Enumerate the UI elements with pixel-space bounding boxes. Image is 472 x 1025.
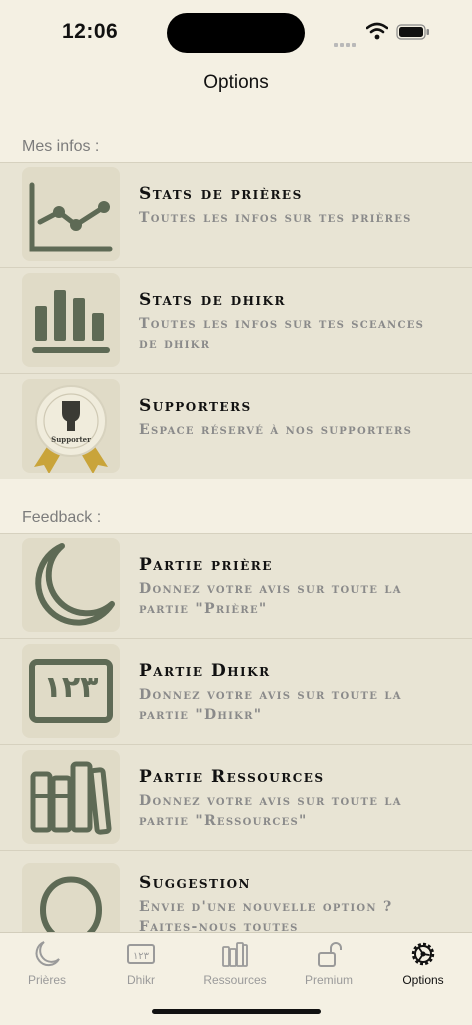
row-title: Stats de prières — [139, 184, 303, 204]
tab-prieres[interactable]: Prières — [0, 939, 94, 995]
counter-icon-text: ١٢٣ — [133, 951, 150, 962]
line-chart-icon — [22, 167, 120, 261]
row-subtitle: Espace réservé à nos supporters — [139, 422, 413, 438]
option-row-partie-priere[interactable]: Partie prière Donnez votre avis sur tout… — [0, 533, 472, 639]
status-time: 12:06 — [62, 20, 119, 43]
row-subtitle: Donnez votre avis sur toute la partie "P… — [139, 581, 402, 617]
row-title: Suggestion — [139, 873, 252, 893]
counter-icon: ١٢٣ — [22, 644, 120, 738]
option-row-partie-dhikr[interactable]: ١٢٣ Partie Dhikr Donnez votre avis sur t… — [0, 639, 472, 745]
tab-label: Premium — [304, 973, 353, 987]
option-row-suggestion[interactable]: Suggestion Envie d'une nouvelle option ?… — [0, 851, 472, 933]
option-row-stats-dhikr[interactable]: Stats de dhikr Toutes les infos sur tes … — [0, 268, 472, 374]
list-mes-infos: Stats de prières Toutes les infos sur te… — [0, 162, 472, 479]
row-subtitle: Envie d'une nouvelle option ? Faites-nou… — [139, 899, 393, 933]
row-title: Partie prière — [139, 555, 273, 575]
row-subtitle: Toutes les infos sur tes sceances de dhi… — [139, 316, 425, 352]
cellular-signal-icon — [334, 34, 360, 47]
tab-label: Prières — [27, 973, 66, 987]
tab-options[interactable]: Options — [376, 939, 470, 995]
row-title: Partie Ressources — [139, 767, 325, 787]
row-title: Stats de dhikr — [139, 290, 286, 310]
list-feedback: Partie prière Donnez votre avis sur tout… — [0, 533, 472, 933]
tab-premium[interactable]: Premium — [282, 939, 376, 995]
tab-label: Options — [402, 973, 444, 987]
books-icon — [222, 942, 248, 967]
gear-icon — [411, 942, 435, 966]
wifi-icon — [366, 22, 388, 40]
lightbulb-icon — [22, 863, 120, 933]
page-title: Options — [203, 72, 269, 93]
tab-dhikr[interactable]: ١٢٣ Dhikr — [94, 939, 188, 995]
status-bar: 12:06 — [0, 0, 472, 64]
bar-chart-icon — [22, 273, 120, 367]
row-subtitle: Donnez votre avis sur toute la partie "R… — [139, 793, 402, 829]
option-row-stats-prieres[interactable]: Stats de prières Toutes les infos sur te… — [0, 162, 472, 268]
unlock-icon — [318, 942, 342, 967]
crescent-moon-icon — [22, 538, 120, 632]
counter-icon: ١٢٣ — [127, 944, 155, 964]
crescent-moon-icon — [35, 941, 60, 967]
row-title: Supporters — [139, 396, 252, 416]
dynamic-island — [167, 13, 305, 53]
tab-label: Dhikr — [126, 973, 155, 987]
books-icon — [22, 750, 120, 844]
home-indicator — [152, 1009, 321, 1014]
option-row-supporters[interactable]: Supporter Supporters Espace réservé à no… — [0, 374, 472, 479]
tab-ressources[interactable]: Ressources — [188, 939, 282, 995]
row-subtitle: Toutes les infos sur tes prières — [139, 210, 412, 226]
counter-icon-text: ١٢٣ — [43, 670, 99, 705]
supporter-badge-text: Supporter — [51, 435, 91, 444]
row-subtitle: Donnez votre avis sur toute la partie "D… — [139, 687, 402, 723]
tab-label: Ressources — [203, 973, 267, 987]
section-header-feedback: Feedback : — [22, 509, 102, 526]
row-title: Partie Dhikr — [139, 661, 271, 681]
battery-icon — [396, 24, 429, 40]
option-row-partie-ressources[interactable]: Partie Ressources Donnez votre avis sur … — [0, 745, 472, 851]
section-header-mes-infos: Mes infos : — [22, 138, 100, 155]
supporter-seal-icon: Supporter — [22, 379, 120, 473]
